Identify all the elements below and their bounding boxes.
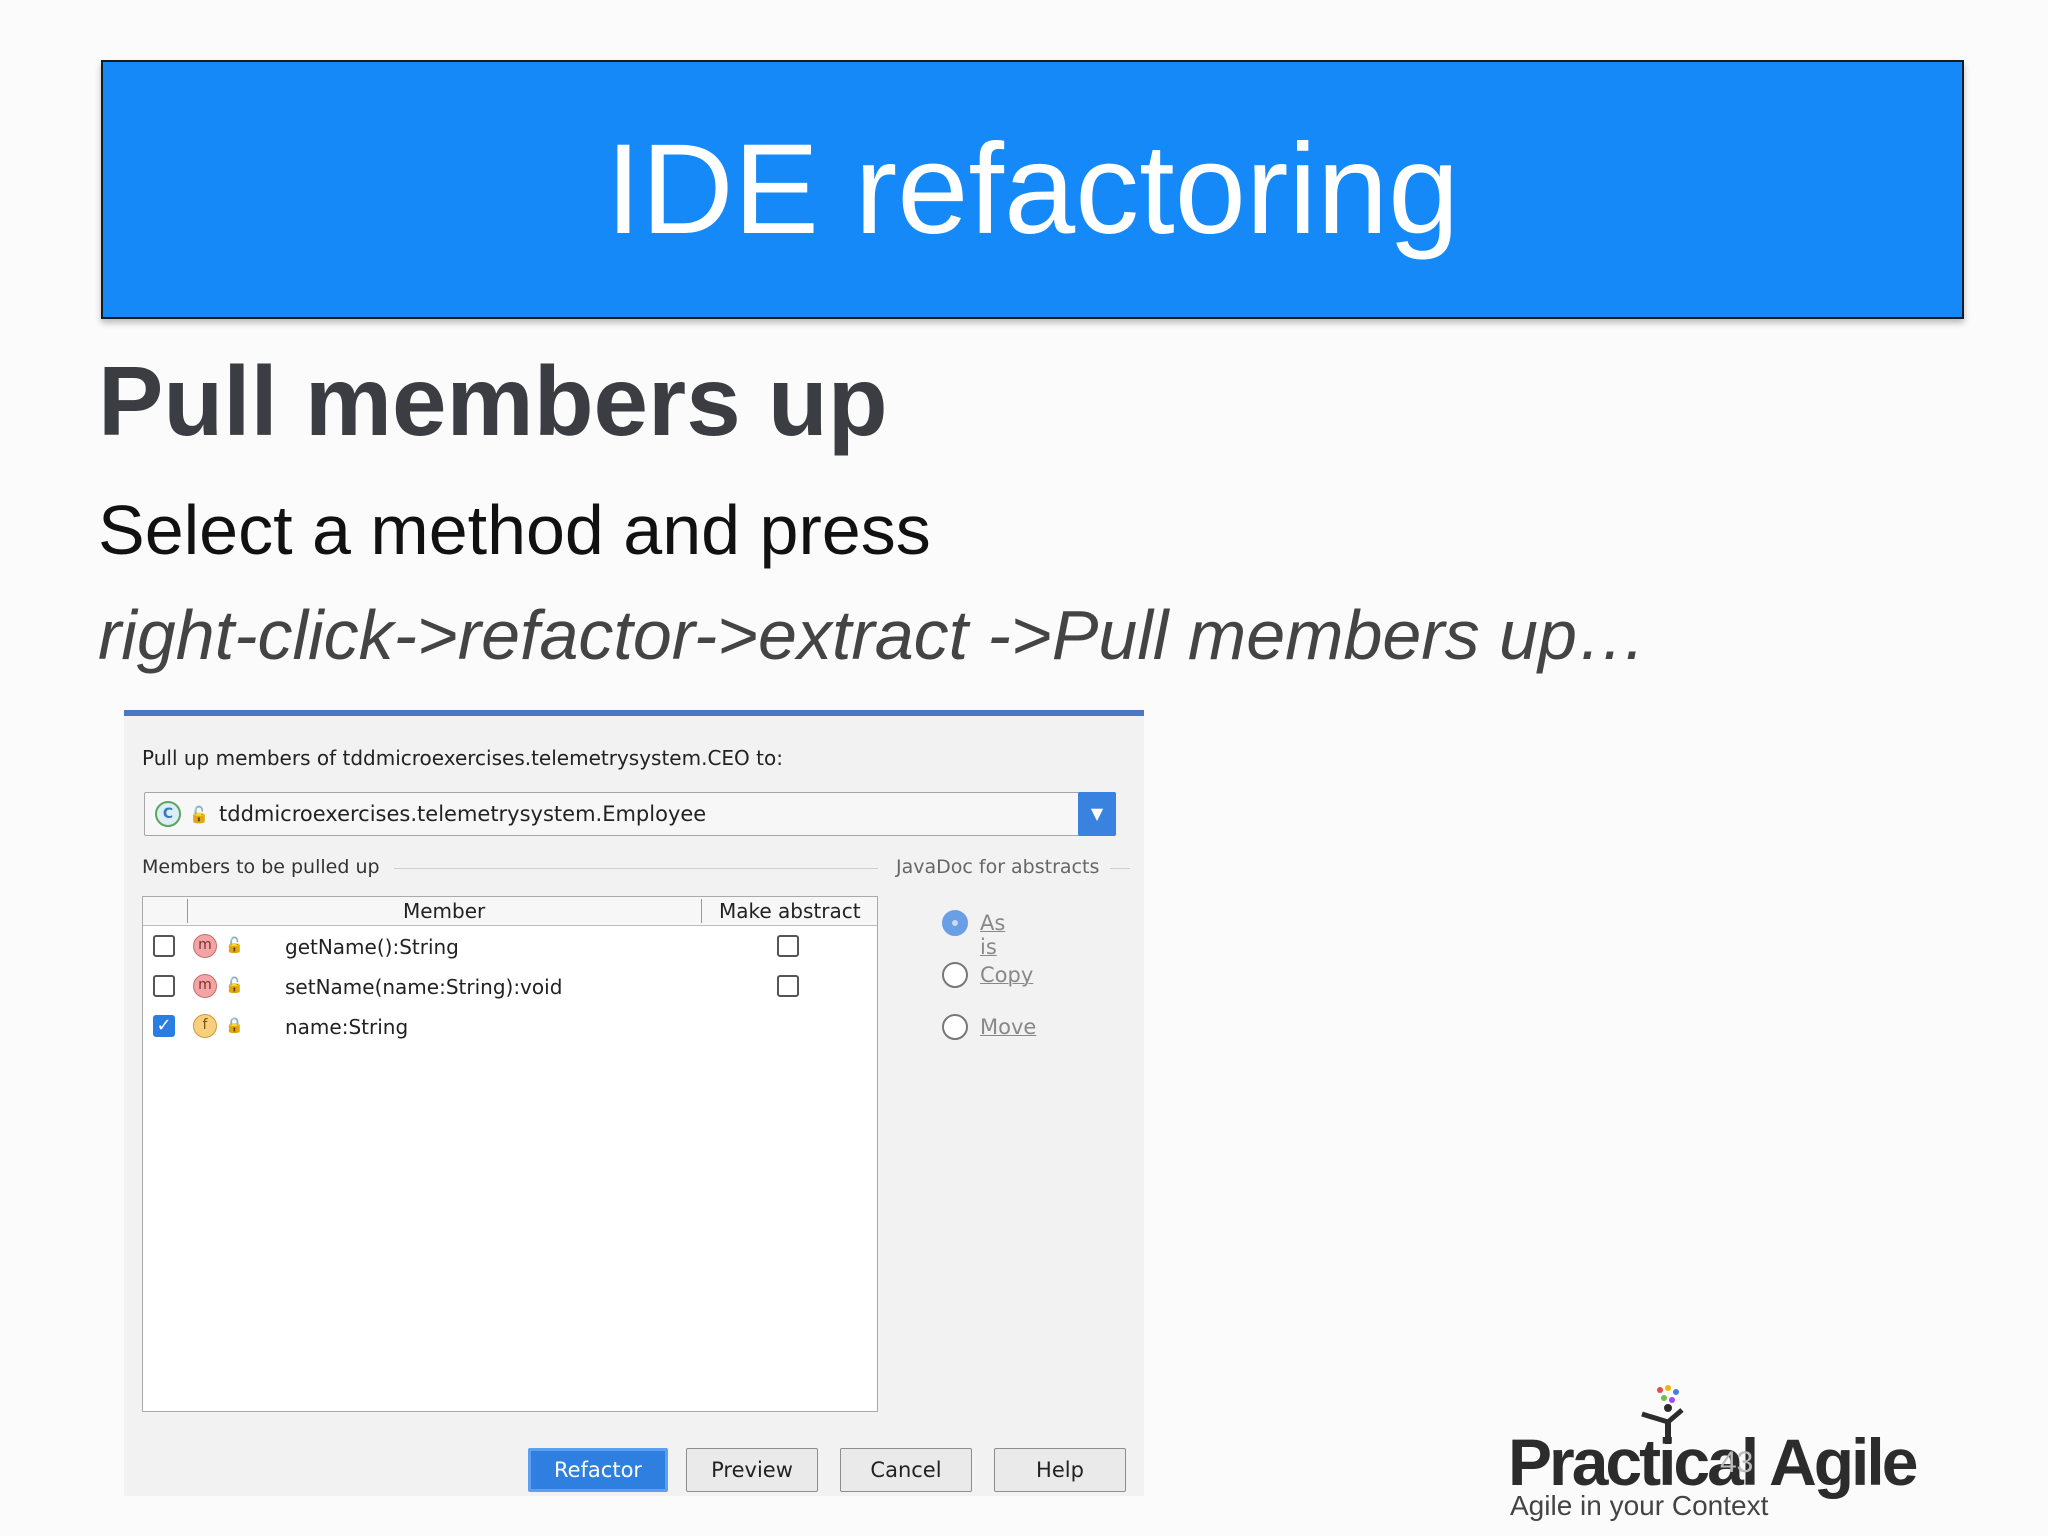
- column-header-member[interactable]: Member: [403, 899, 485, 923]
- chevron-down-icon[interactable]: ▼: [1078, 792, 1116, 836]
- unlock-icon: 🔓: [189, 805, 209, 824]
- unlock-icon: 🔓: [225, 936, 244, 954]
- member-checkbox[interactable]: ✓: [153, 1015, 175, 1037]
- table-header: Member Make abstract: [143, 897, 877, 926]
- menu-path-text: right-click->refactor->extract ->Pull me…: [98, 596, 1647, 674]
- preview-button[interactable]: Preview: [686, 1448, 818, 1492]
- divider: [394, 868, 878, 869]
- logo-tagline: Agile in your Context: [1510, 1490, 1769, 1521]
- pull-members-up-dialog: Pull up members of tddmicroexercises.tel…: [124, 710, 1144, 1496]
- column-header-make-abstract[interactable]: Make abstract: [719, 899, 861, 923]
- page-number: 43: [1720, 1446, 1754, 1479]
- javadoc-section-title: JavaDoc for abstracts: [896, 856, 1100, 878]
- column-divider: [187, 899, 188, 923]
- radio-label: As is: [980, 911, 1006, 959]
- field-icon: f: [193, 1014, 217, 1038]
- target-class-value: tddmicroexercises.telemetrysystem.Employ…: [219, 802, 707, 826]
- method-icon: m: [193, 974, 217, 998]
- radio-button[interactable]: [942, 910, 968, 936]
- unlock-icon: 🔓: [225, 976, 244, 994]
- slide-title: IDE refactoring: [605, 118, 1460, 261]
- member-name: setName(name:String):void: [285, 975, 563, 999]
- make-abstract-checkbox[interactable]: [777, 975, 799, 997]
- practical-agile-logo: Practical Agile Agile in your Context 43: [1508, 1384, 1928, 1524]
- refactor-button[interactable]: Refactor: [528, 1448, 668, 1492]
- radio-label: Move: [980, 1015, 1037, 1039]
- logo-name: Practical Agile: [1508, 1425, 1918, 1499]
- lock-icon: 🔒: [225, 1016, 244, 1034]
- class-icon: C: [155, 801, 181, 827]
- cancel-button[interactable]: Cancel: [840, 1448, 972, 1492]
- target-class-label: Pull up members of tddmicroexercises.tel…: [142, 746, 783, 770]
- divider: [1110, 868, 1130, 869]
- instruction-text: Select a method and press: [98, 491, 931, 569]
- radio-button[interactable]: [942, 962, 968, 988]
- members-table: Member Make abstract m 🔓 getName():Strin…: [142, 896, 878, 1412]
- target-class-combobox[interactable]: C 🔓 tddmicroexercises.telemetrysystem.Em…: [144, 792, 1116, 836]
- members-section-title: Members to be pulled up: [142, 856, 380, 878]
- table-row[interactable]: ✓ f 🔒 name:String: [143, 1007, 877, 1047]
- member-name: name:String: [285, 1015, 409, 1039]
- make-abstract-checkbox[interactable]: [777, 935, 799, 957]
- slide-heading: Pull members up: [98, 346, 888, 456]
- member-checkbox[interactable]: [153, 935, 175, 957]
- radio-button[interactable]: [942, 1014, 968, 1040]
- method-icon: m: [193, 934, 217, 958]
- help-button[interactable]: Help: [994, 1448, 1126, 1492]
- table-row[interactable]: m 🔓 getName():String: [143, 927, 877, 967]
- table-row[interactable]: m 🔓 setName(name:String):void: [143, 967, 877, 1007]
- column-divider: [701, 899, 702, 923]
- radio-label: Copy: [980, 963, 1034, 987]
- member-checkbox[interactable]: [153, 975, 175, 997]
- title-banner: IDE refactoring: [101, 60, 1964, 319]
- member-name: getName():String: [285, 935, 459, 959]
